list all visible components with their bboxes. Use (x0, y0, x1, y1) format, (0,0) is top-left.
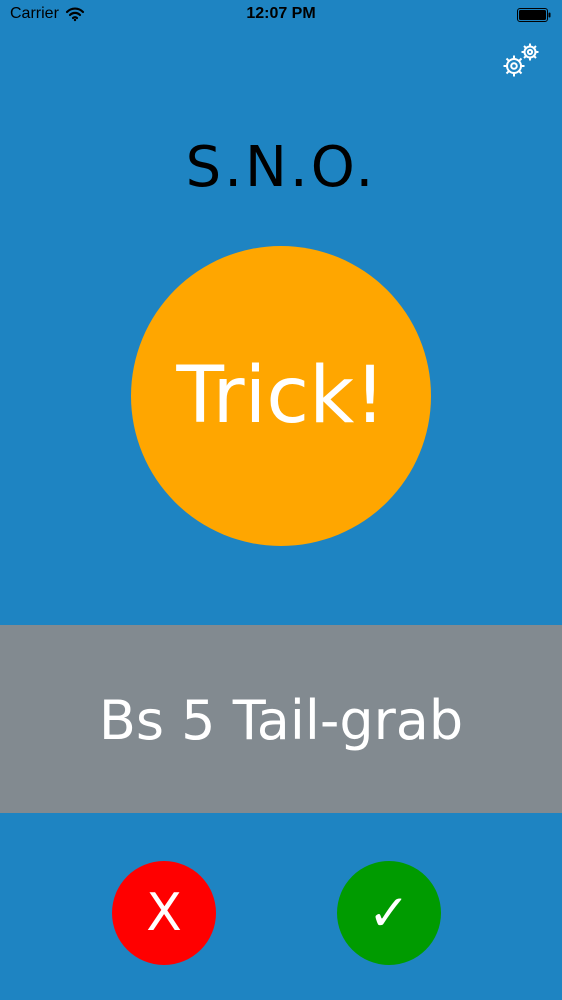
app-title: S.N.O. (185, 135, 377, 200)
gears-icon[interactable] (500, 42, 542, 82)
battery-icon (517, 8, 551, 22)
status-time: 12:07 PM (246, 5, 316, 22)
success-button[interactable]: ✓ (337, 861, 441, 965)
current-trick-name: Bs 5 Tail-grab (98, 689, 464, 752)
fail-button[interactable]: X (112, 861, 216, 965)
current-trick-panel: Bs 5 Tail-grab (0, 625, 562, 813)
trick-button[interactable]: Trick! (131, 246, 431, 546)
status-bar: Carrier 12:07 PM (0, 0, 562, 32)
